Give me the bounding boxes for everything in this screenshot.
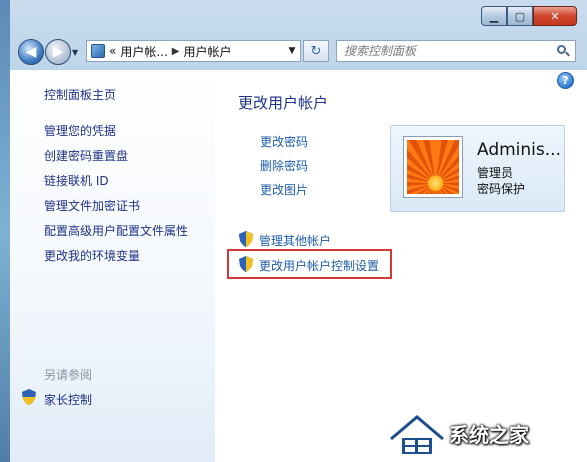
control-panel-icon (91, 44, 105, 58)
uac-shield-icon (239, 231, 253, 247)
search-icon[interactable] (557, 45, 570, 57)
breadcrumb-separator-icon[interactable]: ▶ (172, 46, 180, 57)
change-uac-settings-link[interactable]: 更改用户帐户控制设置 (259, 257, 379, 274)
sidebar-item-parental-controls[interactable]: 家长控制 (44, 391, 92, 408)
close-button[interactable]: ✕ (533, 6, 577, 26)
minimize-icon: ▁ (489, 9, 499, 23)
close-icon: ✕ (550, 9, 560, 23)
maximize-button[interactable]: ▢ (507, 6, 533, 26)
account-role: 管理员 (477, 166, 514, 180)
forward-button[interactable]: ▶ (45, 39, 71, 65)
maximize-icon: ▢ (514, 9, 526, 23)
sidebar-item-control-panel-home[interactable]: 控制面板主页 (44, 86, 116, 103)
sidebar-item-link-online-id[interactable]: 链接联机 ID (44, 172, 109, 189)
sidebar-item-manage-credentials[interactable]: 管理您的凭据 (44, 122, 116, 139)
remove-password-link[interactable]: 删除密码 (260, 157, 308, 174)
desktop-edge (0, 0, 10, 462)
address-overflow[interactable]: « (109, 44, 116, 58)
breadcrumb-item[interactable]: 用户帐户 (184, 43, 232, 60)
manage-other-accounts-link[interactable]: 管理其他帐户 (259, 232, 331, 249)
sidebar-item-advanced-profile[interactable]: 配置高级用户配置文件属性 (44, 222, 188, 239)
watermark-text: 系统之家 (449, 423, 529, 447)
refresh-icon: ↻ (310, 43, 322, 59)
sidebar-item-environment-vars[interactable]: 更改我的环境变量 (44, 247, 140, 264)
window-caption-buttons: ▁ ▢ ✕ (481, 6, 577, 26)
flower-picture (407, 140, 459, 194)
breadcrumb-item[interactable]: 用户帐... (120, 43, 167, 60)
change-picture-link[interactable]: 更改图片 (260, 181, 308, 198)
help-button[interactable]: ? (557, 72, 574, 89)
minimize-button[interactable]: ▁ (481, 6, 507, 26)
change-password-link[interactable]: 更改密码 (260, 133, 308, 150)
house-logo-icon (389, 412, 445, 456)
sidebar-item-encryption-certs[interactable]: 管理文件加密证书 (44, 197, 140, 214)
address-dropdown-icon[interactable]: ▼ (284, 46, 300, 56)
back-button[interactable]: ◀ (18, 39, 44, 65)
search-input[interactable] (344, 44, 544, 58)
address-bar[interactable]: « 用户帐... ▶ 用户帐户 ▼ (86, 40, 301, 62)
watermark: 系统之家 (387, 405, 587, 462)
recent-pages-dropdown[interactable]: ▼ (72, 48, 78, 57)
account-name: Adminis... (477, 140, 561, 160)
uac-shield-icon (22, 389, 36, 405)
refresh-button[interactable]: ↻ (303, 40, 329, 62)
avatar[interactable] (403, 136, 463, 198)
uac-shield-icon (239, 256, 253, 272)
back-arrow-icon: ◀ (25, 44, 37, 60)
page-title: 更改用户帐户 (238, 94, 329, 112)
forward-arrow-icon: ▶ (52, 44, 64, 60)
account-card: Adminis... 管理员 密码保护 (390, 125, 565, 212)
see-also-heading: 另请参阅 (44, 368, 93, 382)
search-box[interactable] (336, 40, 576, 62)
sidebar-item-create-reset-disk[interactable]: 创建密码重置盘 (44, 147, 128, 164)
password-status: 密码保护 (477, 182, 526, 196)
